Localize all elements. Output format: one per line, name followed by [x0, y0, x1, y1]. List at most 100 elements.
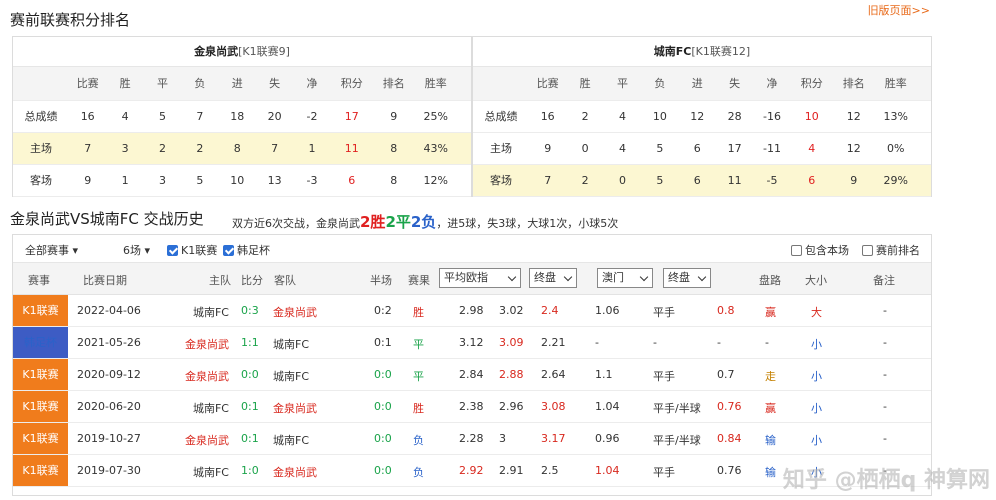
- all-events-dropdown[interactable]: 全部赛事 ▾: [25, 242, 78, 258]
- standings-cell: 12: [690, 110, 705, 123]
- standings-cell: 16: [540, 110, 555, 123]
- match-result: 平: [413, 338, 424, 351]
- standings-row: 总成绩 16 4 5 7 18 20 -2 17 9 25%: [13, 101, 471, 133]
- pre-rank-checkbox[interactable]: 赛前排名: [862, 242, 920, 258]
- h2h-title: 金泉尚武VS城南FC 交战历史: [10, 210, 204, 228]
- team-header: 城南FC[K1联赛12]: [473, 37, 931, 67]
- match-score[interactable]: 1:0: [241, 464, 259, 477]
- event-badge[interactable]: K1联赛: [13, 359, 68, 390]
- col-date: 比赛日期: [83, 274, 127, 287]
- match-size: 小: [811, 370, 822, 383]
- match-home[interactable]: 金泉尚武: [169, 368, 229, 384]
- company-select[interactable]: 澳门: [597, 268, 653, 288]
- standings-cell: 16: [80, 110, 95, 123]
- col-label: [13, 67, 69, 100]
- korea-cup-label: 韩足杯: [237, 244, 270, 257]
- match-away[interactable]: 城南FC: [273, 336, 309, 352]
- team-league: [K1联赛12]: [691, 45, 751, 58]
- col-pan: 盘路: [759, 274, 781, 287]
- match-row[interactable]: K1联赛 2019-10-27 金泉尚武 0:1 城南FC 0:0 负 2.28 3 3.17 0.…: [13, 423, 931, 455]
- match-hc: 平手: [653, 306, 675, 319]
- match-home[interactable]: 城南FC: [169, 304, 229, 320]
- standings-cell: 4: [808, 142, 816, 155]
- match-result: 负: [413, 434, 424, 447]
- match-home[interactable]: 城南FC: [169, 400, 229, 416]
- row-label: 总成绩: [24, 110, 58, 123]
- match-hc: -: [653, 336, 657, 349]
- match-away[interactable]: 金泉尚武: [273, 464, 317, 480]
- final-handicap-select[interactable]: 终盘: [663, 268, 711, 288]
- match-away[interactable]: 金泉尚武: [273, 304, 317, 320]
- col-half: 半场: [370, 274, 392, 287]
- korea-cup-checkbox[interactable]: 韩足杯: [223, 242, 270, 258]
- match-score[interactable]: 0:0: [241, 368, 259, 381]
- match-away[interactable]: 金泉尚武: [273, 400, 317, 416]
- col-points: 积分: [800, 77, 823, 90]
- standings-cell: 29%: [883, 174, 908, 187]
- row-label: 客场: [30, 174, 52, 187]
- match-a1: 0.96: [595, 432, 620, 445]
- event-badge[interactable]: K1联赛: [13, 295, 68, 326]
- standings-cell: 10: [230, 174, 245, 187]
- event-badge[interactable]: K1联赛: [13, 391, 68, 422]
- match-home[interactable]: 金泉尚武: [169, 336, 229, 352]
- col-win: 胜: [579, 77, 591, 90]
- match-hc: 平手/半球: [653, 434, 701, 447]
- match-o1: 2.92: [459, 464, 484, 477]
- old-version-link[interactable]: 旧版页面>>: [868, 2, 930, 18]
- match-o2: 2.91: [499, 464, 524, 477]
- standings-cell: 0%: [887, 142, 905, 155]
- standings-header-row: 比赛 胜 平 负 进 失 净 积分 排名 胜率: [473, 67, 931, 101]
- match-half: 0:0: [374, 432, 392, 445]
- standings-cell: 3: [158, 174, 166, 187]
- match-away[interactable]: 城南FC: [273, 432, 309, 448]
- match-row[interactable]: K1联赛 2020-06-20 城南FC 0:1 金泉尚武 0:0 胜 2.38 2.96 3.0…: [13, 391, 931, 423]
- match-hc: 平手: [653, 370, 675, 383]
- match-pan: 赢: [765, 402, 776, 415]
- match-home[interactable]: 金泉尚武: [169, 432, 229, 448]
- col-winrate: 胜率: [884, 77, 907, 90]
- match-away[interactable]: 城南FC: [273, 368, 309, 384]
- match-date: 2019-07-30: [77, 464, 141, 477]
- standings-cell: 7: [84, 142, 92, 155]
- final-odds-select[interactable]: 终盘: [529, 268, 577, 288]
- k1-league-checkbox[interactable]: K1联赛: [167, 242, 217, 258]
- match-count-dropdown[interactable]: 6场 ▾: [123, 242, 150, 258]
- col-note: 备注: [873, 274, 895, 287]
- match-o3: 2.64: [541, 368, 566, 381]
- summary-prefix: 双方近6次交战，金泉尚武: [232, 217, 360, 230]
- k1-league-label: K1联赛: [181, 244, 218, 257]
- match-score[interactable]: 0:3: [241, 304, 259, 317]
- match-half: 0:2: [374, 304, 392, 317]
- match-note: -: [883, 304, 887, 317]
- col-loss: 负: [654, 77, 666, 90]
- match-row[interactable]: K1联赛 2022-04-06 城南FC 0:3 金泉尚武 0:2 胜 2.98 3.02 2.4…: [13, 295, 931, 327]
- match-score[interactable]: 1:1: [241, 336, 259, 349]
- match-home[interactable]: 城南FC: [169, 464, 229, 480]
- final-handicap-select-label: 终盘: [668, 271, 690, 284]
- euro-odds-select[interactable]: 平均欧指: [439, 268, 521, 288]
- col-win: 胜: [119, 77, 131, 90]
- row-label: 总成绩: [484, 110, 518, 123]
- match-a2: 0.8: [717, 304, 735, 317]
- row-label: 主场: [490, 142, 512, 155]
- team-league: [K1联赛9]: [238, 45, 290, 58]
- standings-cell: 5: [656, 174, 664, 187]
- standings-cell: 8: [233, 142, 241, 155]
- match-row[interactable]: 韩足杯 2021-05-26 金泉尚武 1:1 城南FC 0:1 平 3.12 3.09 2.21…: [13, 327, 931, 359]
- match-score[interactable]: 0:1: [241, 400, 259, 413]
- col-winrate: 胜率: [424, 77, 447, 90]
- match-result: 胜: [413, 402, 424, 415]
- match-o2: 3: [499, 432, 506, 445]
- match-row[interactable]: K1联赛 2020-09-12 金泉尚武 0:0 城南FC 0:0 平 2.84 2.88 2.6…: [13, 359, 931, 391]
- standings-cell: 17: [344, 110, 359, 123]
- match-a1: -: [595, 336, 599, 349]
- match-pan: 走: [765, 370, 776, 383]
- match-size: 大: [811, 306, 822, 319]
- include-this-checkbox[interactable]: 包含本场: [791, 242, 849, 258]
- watermark: 知乎 @栖栖q 神算网: [782, 468, 990, 493]
- match-score[interactable]: 0:1: [241, 432, 259, 445]
- event-badge[interactable]: K1联赛: [13, 423, 68, 454]
- event-badge[interactable]: 韩足杯: [13, 327, 68, 358]
- event-badge[interactable]: K1联赛: [13, 455, 68, 486]
